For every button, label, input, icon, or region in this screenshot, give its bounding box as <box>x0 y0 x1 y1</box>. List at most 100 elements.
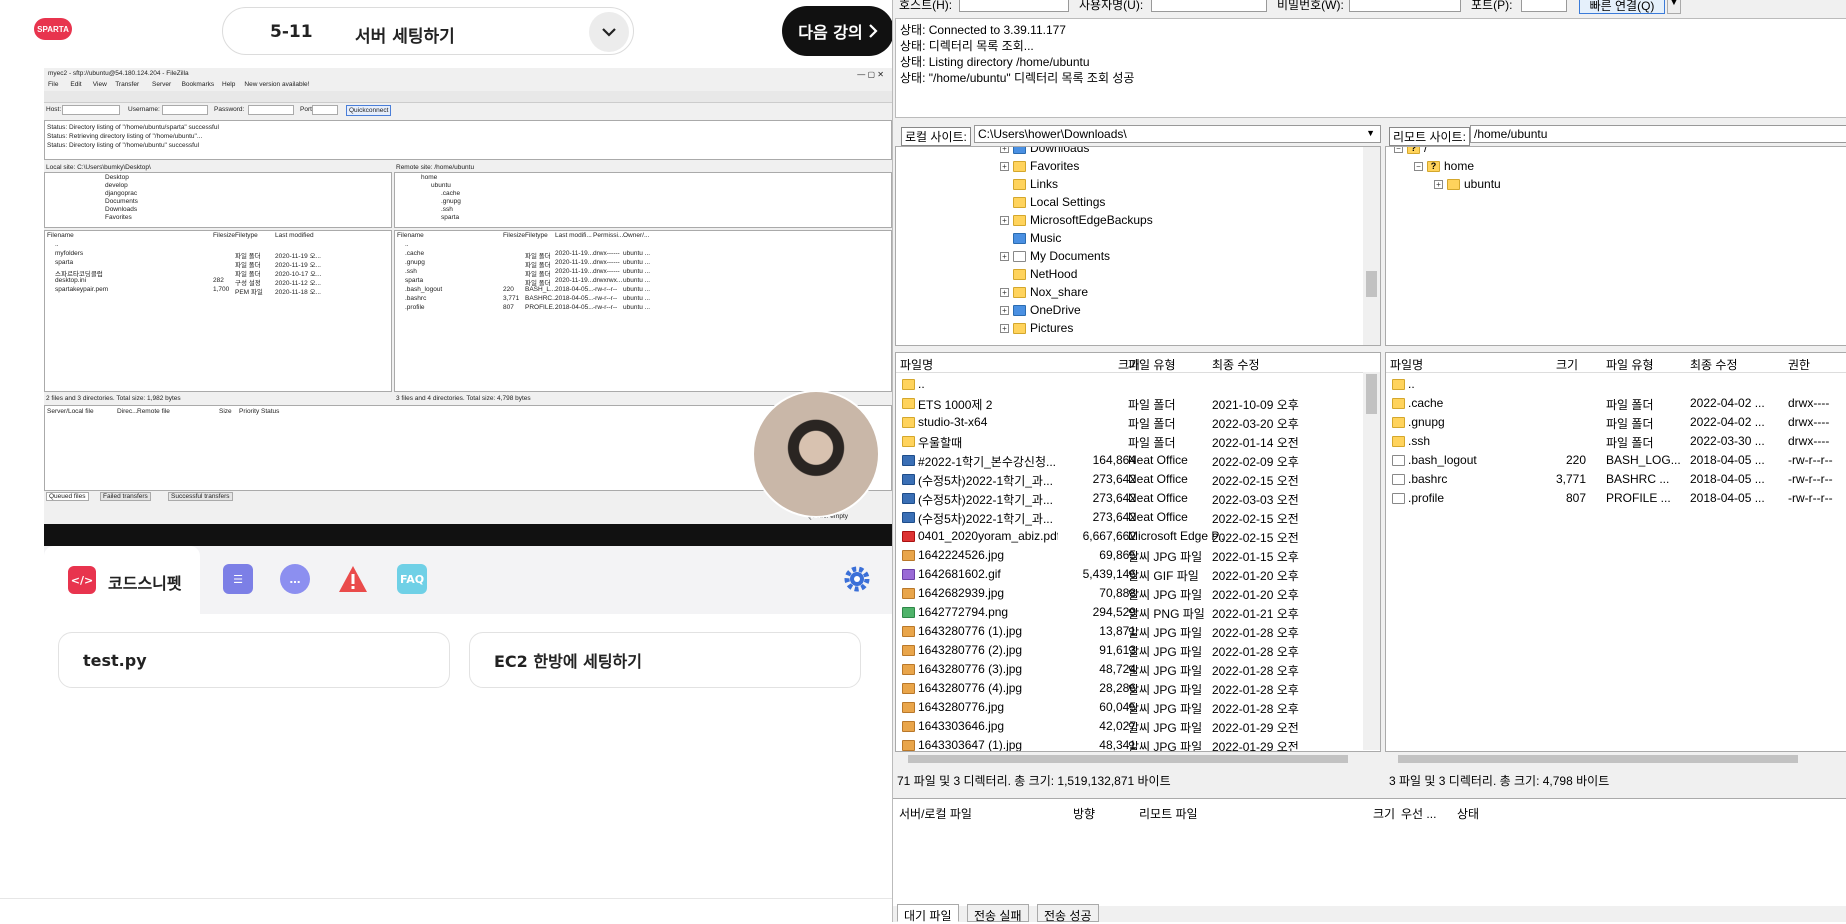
table-row[interactable]: 1643280776 (3).jpg 48,724 알씨 JPG 파일 2022-01… <box>896 660 1380 679</box>
column-header[interactable]: 최종 수정 <box>1212 356 1260 373</box>
local-tree-item[interactable]: + Pictures <box>1000 321 1073 335</box>
table-row[interactable]: .bash_logout 220 BASH_LOG... 2018-04-05 ...… <box>1386 451 1846 470</box>
quickconnect-button[interactable]: 빠른 연결(Q) <box>1579 0 1665 14</box>
table-row[interactable]: 1643303647 (1).jpg 48,341 알씨 JPG 파일 2022-01… <box>896 736 1380 751</box>
table-row[interactable]: 1643280776 (2).jpg 91,613 알씨 JPG 파일 2022-01… <box>896 641 1380 660</box>
faq-icon[interactable]: FAQ <box>397 564 427 594</box>
local-tree-item[interactable]: + My Documents <box>1000 249 1110 263</box>
table-row[interactable]: .profile 807 PROFILE ... 2018-04-05 ... -rw-… <box>1386 489 1846 508</box>
local-tree-item[interactable]: + MicrosoftEdgeBackups <box>1000 213 1153 227</box>
table-row[interactable]: 1643280776 (4).jpg 28,286 알씨 JPG 파일 2022-01… <box>896 679 1380 698</box>
expand-icon[interactable]: + <box>1000 215 1009 225</box>
remote-h-scrollbar[interactable] <box>1386 752 1846 766</box>
username-input[interactable] <box>1151 0 1267 12</box>
local-file-list[interactable]: 파일명 크기 파일 유형 최종 수정.. ETS 1000제 2 파일 폴더 2021-10… <box>895 352 1381 752</box>
column-header[interactable]: 파일 유형 <box>1128 356 1176 373</box>
table-row[interactable]: 1643280776 (1).jpg 13,871 알씨 JPG 파일 2022-01… <box>896 622 1380 641</box>
local-directory-tree[interactable]: +Downloads +Favorites +Links +Local Setting… <box>895 146 1381 346</box>
column-header[interactable]: 크기 <box>1556 356 1578 373</box>
queue-column-header[interactable]: 상태 <box>1457 805 1479 822</box>
transfer-queue[interactable]: 서버/로컬 파일 방향 리모트 파일 크기 우선 ... 상태 <box>893 798 1846 906</box>
table-row[interactable]: studio-3t-x64 파일 폴더 2022-03-20 오후 <box>896 413 1380 432</box>
remote-directory-tree[interactable]: −? / −? home + ubuntu <box>1385 146 1846 346</box>
table-row[interactable]: 1642772794.png 294,529 알씨 PNG 파일 2022-01-21… <box>896 603 1380 622</box>
chevron-down-icon[interactable] <box>589 12 629 52</box>
table-row[interactable]: .. <box>1386 375 1846 394</box>
local-tree-item[interactable]: +Links <box>1000 177 1058 191</box>
local-tree-item[interactable]: +Local Settings <box>1000 195 1105 209</box>
queue-column-header[interactable]: 크기 <box>1373 805 1395 822</box>
queue-tab[interactable]: 전송 실패 <box>967 904 1029 923</box>
queue-column-header[interactable]: 방향 <box>1073 805 1095 822</box>
video-remote-status: 3 files and 4 directories. Total size: 4… <box>396 395 531 402</box>
queue-column-header[interactable]: 우선 ... <box>1401 805 1436 822</box>
local-tree-item[interactable]: + Favorites <box>1000 159 1079 173</box>
local-tree-item[interactable]: +NetHood <box>1000 267 1077 281</box>
port-input[interactable] <box>1521 0 1567 12</box>
local-h-scrollbar[interactable] <box>896 752 1380 766</box>
table-row[interactable]: .ssh 파일 폴더 2022-03-30 ... drwx---- <box>1386 432 1846 451</box>
collapse-icon[interactable]: − <box>1394 147 1403 153</box>
table-row[interactable]: #2022-1학기_본수강신청... 164,864 Neat Office 2022… <box>896 451 1380 470</box>
remote-site-input[interactable]: /home/ubuntu <box>1470 125 1846 143</box>
chevron-down-icon[interactable]: ▼ <box>1366 128 1375 138</box>
table-row[interactable]: 1642681602.gif 5,439,146 알씨 GIF 파일 2022-01-… <box>896 565 1380 584</box>
remote-tree-item[interactable]: −? / <box>1394 147 1427 155</box>
column-header[interactable]: 파일 유형 <box>1606 356 1654 373</box>
table-row[interactable]: .cache 파일 폴더 2022-04-02 ... drwx---- <box>1386 394 1846 413</box>
column-header[interactable]: 파일명 <box>900 356 933 373</box>
table-row[interactable]: ETS 1000제 2 파일 폴더 2021-10-09 오후 <box>896 394 1380 413</box>
local-tree-item[interactable]: + Nox_share <box>1000 285 1088 299</box>
expand-icon[interactable]: + <box>1434 179 1443 189</box>
table-row[interactable]: 우울할때 파일 폴더 2022-01-14 오전 <box>896 432 1380 451</box>
snippet-card-1[interactable]: test.py <box>58 632 450 688</box>
expand-icon[interactable]: + <box>1000 251 1009 261</box>
expand-icon[interactable]: + <box>1000 305 1009 315</box>
document-list-icon[interactable]: ☰ <box>223 564 253 594</box>
queue-tab[interactable]: 대기 파일 <box>897 904 959 923</box>
sparta-logo[interactable]: SPARTA <box>34 18 72 40</box>
collapse-icon[interactable]: − <box>1414 161 1423 171</box>
remote-tree-item[interactable]: −? home <box>1414 159 1474 173</box>
chat-bubble-icon[interactable]: … <box>280 564 310 594</box>
queue-column-header[interactable]: 서버/로컬 파일 <box>899 805 972 822</box>
remote-file-list[interactable]: 파일명 크기 파일 유형 최종 수정 권한.. .cache 파일 폴더 2022-04-02… <box>1385 352 1846 752</box>
table-row[interactable]: 0401_2020yoram_abiz.pdf 6,667,662 Microsof… <box>896 527 1380 546</box>
message-log[interactable]: 상태: Connected to 3.39.11.177 상태: 디렉터리 목록 … <box>895 18 1846 118</box>
expand-icon[interactable]: + <box>1000 287 1009 297</box>
local-tree-item[interactable]: +Music <box>1000 231 1061 245</box>
password-input[interactable] <box>1349 0 1461 12</box>
local-tree-scrollbar[interactable] <box>1363 147 1380 345</box>
gear-icon[interactable] <box>842 564 872 594</box>
table-row[interactable]: 1642682939.jpg 70,888 알씨 JPG 파일 2022-01-20 … <box>896 584 1380 603</box>
table-row[interactable]: (수정5차)2022-1학기_과... 273,642 Neat Office 202… <box>896 489 1380 508</box>
local-tree-item[interactable]: + Downloads <box>1000 147 1089 155</box>
snippet-card-2[interactable]: EC2 한방에 세팅하기 <box>469 632 861 688</box>
local-list-scrollbar[interactable] <box>1363 372 1380 750</box>
table-row[interactable]: 1643303646.jpg 42,027 알씨 JPG 파일 2022-01-29 … <box>896 717 1380 736</box>
warning-icon[interactable] <box>338 564 368 594</box>
table-row[interactable]: .. <box>896 375 1380 394</box>
remote-tree-item[interactable]: + ubuntu <box>1434 177 1501 191</box>
expand-icon[interactable]: + <box>1000 147 1009 153</box>
table-row[interactable]: .bashrc 3,771 BASHRC ... 2018-04-05 ... -rw-… <box>1386 470 1846 489</box>
table-row[interactable]: 1642224526.jpg 69,865 알씨 JPG 파일 2022-01-15 … <box>896 546 1380 565</box>
lecture-selector[interactable]: 5-11 서버 세팅하기 <box>222 7 634 55</box>
queue-tab[interactable]: 전송 성공 <box>1037 904 1099 923</box>
expand-icon[interactable]: + <box>1000 323 1009 333</box>
host-input[interactable] <box>959 0 1069 12</box>
table-row[interactable]: .gnupg 파일 폴더 2022-04-02 ... drwx---- <box>1386 413 1846 432</box>
table-row[interactable]: (수정5차)2022-1학기_과... 273,642 Neat Office 202… <box>896 508 1380 527</box>
table-row[interactable]: (수정5차)2022-1학기_과... 273,642 Neat Office 202… <box>896 470 1380 489</box>
queue-column-header[interactable]: 리모트 파일 <box>1139 805 1198 822</box>
expand-icon[interactable]: + <box>1000 161 1009 171</box>
column-header[interactable]: 파일명 <box>1390 356 1423 373</box>
table-row[interactable]: 1643280776.jpg 60,045 알씨 JPG 파일 2022-01-28 … <box>896 698 1380 717</box>
local-tree-item[interactable]: + OneDrive <box>1000 303 1081 317</box>
column-header[interactable]: 최종 수정 <box>1690 356 1738 373</box>
local-site-input[interactable]: C:\Users\hower\Downloads\ <box>974 125 1381 143</box>
column-header[interactable]: 권한 <box>1788 356 1810 373</box>
quickconnect-dropdown[interactable]: ▼ <box>1667 0 1681 14</box>
tab-code-snippet[interactable]: </> 코드스니펫 <box>44 546 200 614</box>
next-lecture-button[interactable]: 다음 강의 <box>782 6 894 56</box>
